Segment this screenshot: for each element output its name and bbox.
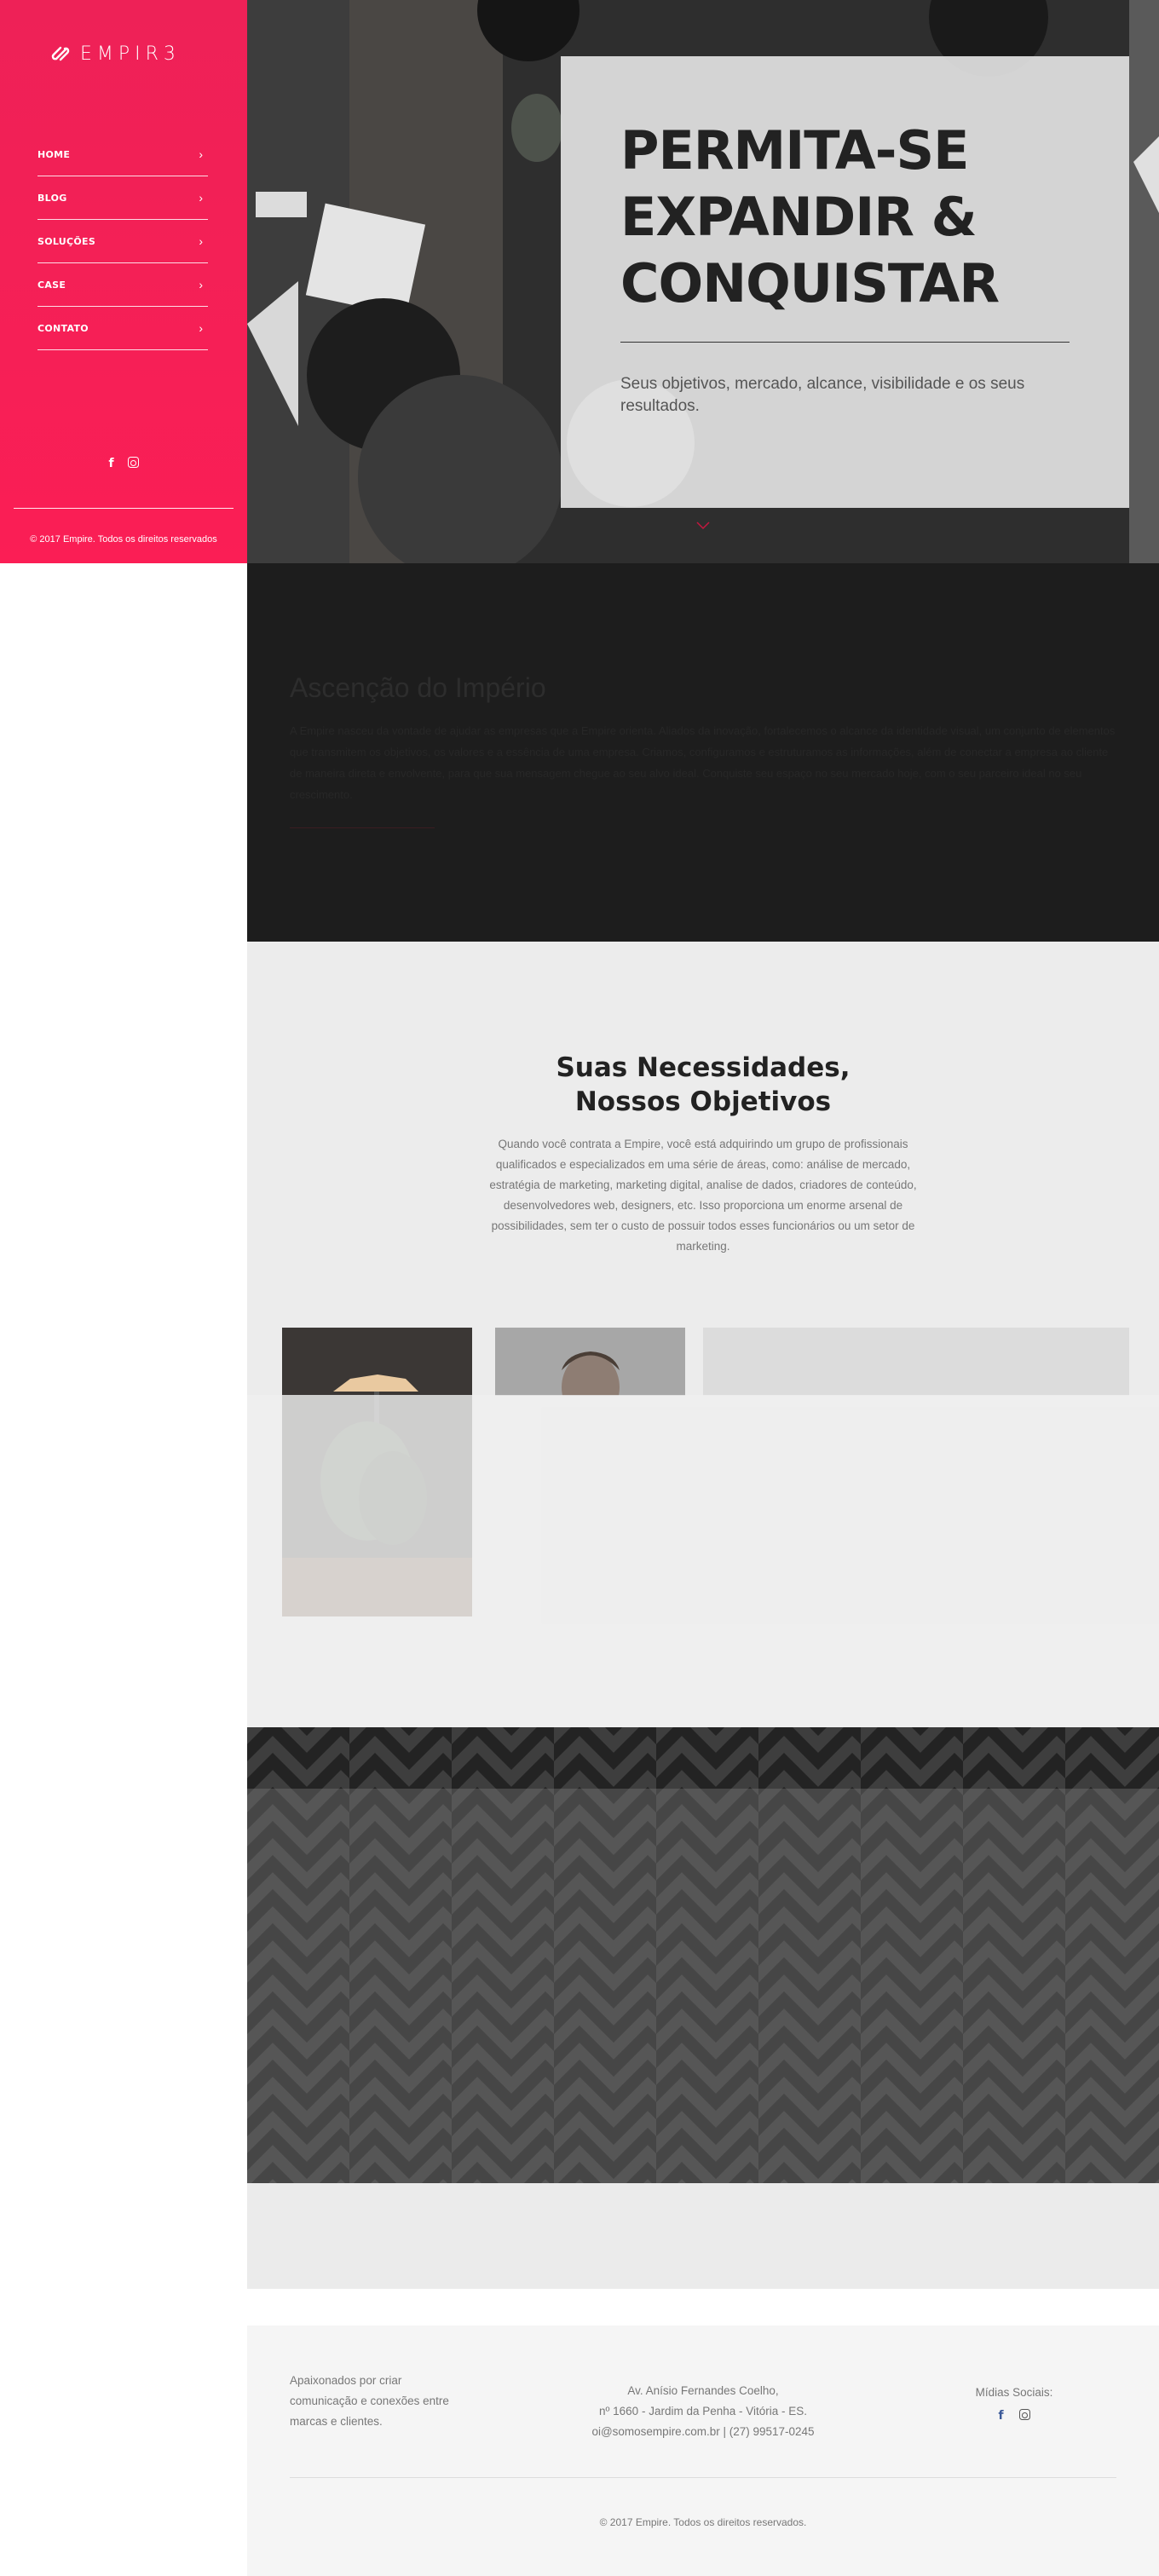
footer-address-line1: Av. Anísio Fernandes Coelho,: [627, 2384, 779, 2397]
photo-tile-person[interactable]: [495, 1328, 685, 1396]
facebook-icon[interactable]: f: [108, 457, 113, 470]
spacer-section: [247, 2183, 1159, 2289]
pattern-banner: [247, 1727, 1159, 2183]
nav-item-case[interactable]: CASE ›: [37, 263, 208, 307]
footer-social-label: Mídias Sociais:: [975, 2386, 1053, 2399]
nav-item-blog[interactable]: BLOG ›: [37, 176, 208, 220]
footer-divider: [290, 2477, 1116, 2478]
footer-social: Mídias Sociais: f: [946, 2386, 1082, 2423]
sidebar: EMPIR3 HOME › BLOG › SOLUÇÕES › CASE › C…: [0, 0, 247, 563]
logo-mark-icon: [51, 46, 70, 61]
about-section: Ascenção do Império A Empire nasceu da v…: [247, 563, 1159, 942]
nav-label: BLOG: [37, 192, 67, 204]
sidebar-social: f: [0, 457, 247, 470]
chevron-down-icon[interactable]: [695, 520, 712, 532]
main-nav: HOME › BLOG › SOLUÇÕES › CASE › CONTATO …: [37, 133, 208, 350]
chevron-right-icon: ›: [199, 191, 203, 205]
nav-item-solucoes[interactable]: SOLUÇÕES ›: [37, 220, 208, 263]
needs-title-line1: Suas Necessidades,: [556, 1052, 851, 1083]
hero-subtitle: Seus objetivos, mercado, alcance, visibi…: [620, 375, 1025, 415]
hero-title: PERMITA-SE EXPANDIR & CONQUISTAR: [620, 119, 1000, 314]
about-text: A Empire nasceu da vontade de ajudar as …: [290, 724, 1116, 801]
chevron-right-icon: ›: [199, 278, 203, 291]
nav-label: CASE: [37, 279, 66, 291]
footer-address-line2: nº 1660 - Jardim da Penha - Vitória - ES…: [598, 2405, 808, 2418]
nav-label: CONTATO: [37, 322, 89, 334]
nav-label: SOLUÇÕES: [37, 235, 96, 247]
footer-contact: Av. Anísio Fernandes Coelho, nº 1660 - J…: [533, 2381, 874, 2442]
pattern-overlay: [247, 1789, 1159, 2183]
about-divider: [290, 827, 435, 828]
sidebar-copyright: © 2017 Empire. Todos os direitos reserva…: [30, 534, 217, 545]
nav-item-home[interactable]: HOME ›: [37, 133, 208, 176]
footer: Apaixonados por criar comunicação e cone…: [247, 2325, 1159, 2576]
facebook-icon[interactable]: f: [998, 2409, 1003, 2423]
footer-social-icons: f: [946, 2409, 1082, 2423]
logo-text: EMPIR3: [80, 43, 181, 65]
needs-section: Suas Necessidades, Nossos Objetivos Quan…: [247, 942, 1159, 1727]
needs-title: Suas Necessidades, Nossos Objetivos: [247, 1051, 1159, 1119]
chevron-right-icon: ›: [199, 234, 203, 248]
photo-tile-placeholder[interactable]: [703, 1328, 1129, 1396]
logo[interactable]: EMPIR3: [49, 43, 181, 65]
hero-card: PERMITA-SE EXPANDIR & CONQUISTAR Seus ob…: [561, 56, 1129, 508]
divider: [14, 508, 234, 509]
chevron-right-icon: ›: [199, 321, 203, 335]
person-photo: [495, 1328, 685, 1396]
hero-divider: [620, 342, 1070, 343]
needs-title-line2: Nossos Objetivos: [574, 1086, 832, 1117]
instagram-icon[interactable]: [1018, 2409, 1030, 2420]
nav-label: HOME: [37, 148, 71, 160]
about-title: Ascenção do Império: [290, 672, 546, 703]
chevron-right-icon: ›: [199, 147, 203, 161]
footer-copyright: © 2017 Empire. Todos os direitos reserva…: [599, 2516, 807, 2528]
instagram-icon[interactable]: [127, 457, 139, 468]
loading-overlay: [247, 1395, 1159, 1727]
footer-tagline: Apaixonados por criar comunicação e cone…: [290, 2374, 449, 2428]
nav-item-contato[interactable]: CONTATO ›: [37, 307, 208, 350]
needs-text: Quando você contrata a Empire, você está…: [489, 1138, 917, 1253]
hero: PERMITA-SE EXPANDIR & CONQUISTAR Seus ob…: [247, 0, 1159, 563]
footer-email-phone[interactable]: oi@somosempire.com.br | (27) 99517-0245: [533, 2422, 874, 2442]
